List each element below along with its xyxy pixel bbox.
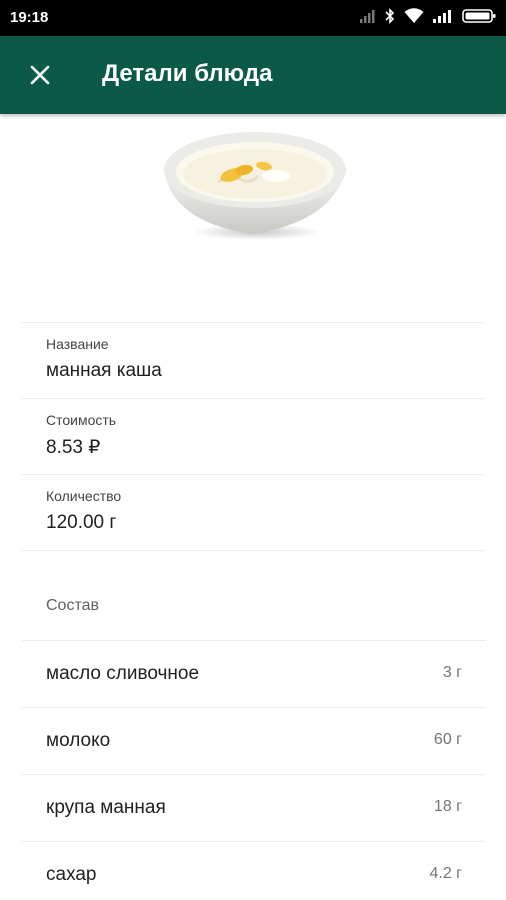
ingredient-name: масло сливочное [46,663,200,684]
composition-title: Состав [46,597,99,614]
wifi-icon [404,8,424,24]
ingredient-amount: 60 г [433,731,462,748]
close-icon[interactable] [30,65,50,85]
dish-quantity-label: Количество [46,488,122,504]
ingredient-row: молоко 60 г [22,707,486,775]
dish-name-value: манная каша [46,360,162,381]
dish-quantity-value: 120.00 г [46,512,117,533]
dish-image [158,126,352,244]
status-bar: 19:18 [0,0,506,36]
ingredient-name: сахар [46,864,97,885]
dish-cost-field: Стоимость 8.53 ₽ [22,398,486,474]
page-title: Детали блюда [102,60,273,87]
dish-cost-value: 8.53 ₽ [46,437,101,458]
dish-quantity-field: Количество 120.00 г [22,474,486,550]
status-icons [360,8,496,24]
ingredient-row: масло сливочное 3 г [22,640,486,708]
ingredient-name: крупа манная [46,797,166,818]
ingredient-amount: 18 г [433,798,462,815]
bluetooth-icon [385,8,395,24]
ingredient-amount: 4.2 г [429,865,462,882]
app-bar: Детали блюда [0,36,506,114]
dish-cost-label: Стоимость [46,412,117,428]
ingredient-name: молоко [46,730,111,751]
dish-name-label: Название [46,336,109,352]
dish-name-field: Название манная каша [22,322,486,398]
battery-icon [462,8,496,24]
ingredient-amount: 3 г [442,664,462,681]
close-button[interactable] [22,57,58,93]
composition-section-header: Состав [22,550,486,642]
ingredient-row: крупа манная 18 г [22,774,486,842]
status-time: 19:18 [10,9,49,26]
signal-bars-icon [360,9,376,23]
ingredient-row: сахар 4.2 г [22,841,486,900]
signal-bars-icon [433,9,453,23]
